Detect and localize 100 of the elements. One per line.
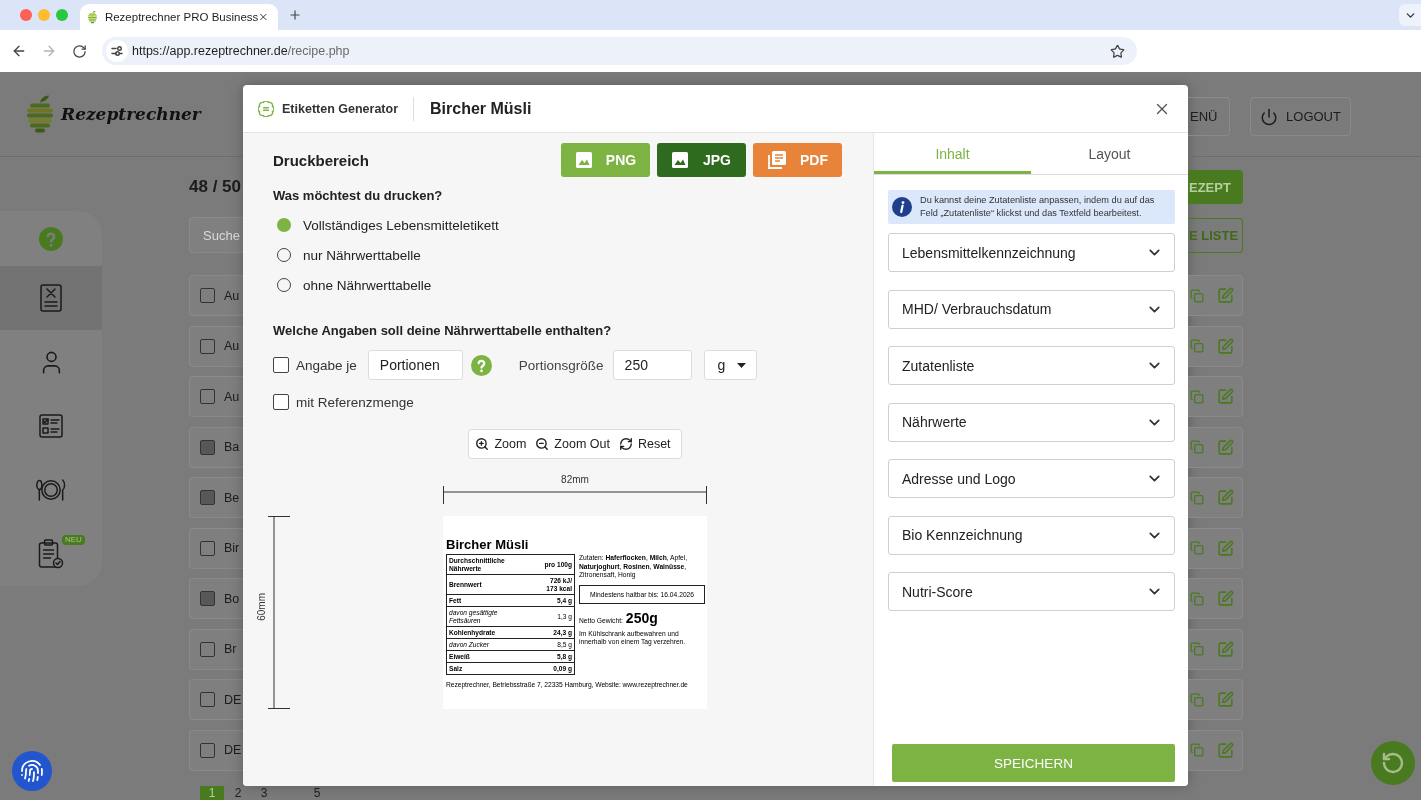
recipe-row[interactable]: Br bbox=[189, 628, 243, 670]
clipboard-icon[interactable] bbox=[38, 539, 64, 569]
checkbox[interactable] bbox=[273, 394, 289, 410]
edit-icon[interactable] bbox=[1217, 287, 1234, 304]
copy-icon[interactable] bbox=[1190, 743, 1204, 757]
copy-icon[interactable] bbox=[1190, 591, 1204, 606]
copy-icon[interactable] bbox=[1190, 288, 1204, 303]
plus-icon[interactable] bbox=[288, 8, 302, 22]
files-icon bbox=[768, 151, 786, 169]
checkbox-label[interactable]: Angabe je bbox=[296, 357, 357, 373]
menu-card-icon[interactable] bbox=[40, 284, 62, 312]
option-label[interactable]: Vollständiges Lebensmitteletikett bbox=[303, 217, 499, 233]
help-icon[interactable] bbox=[39, 226, 63, 251]
forward-arrow-icon[interactable] bbox=[41, 43, 57, 59]
accordion-header[interactable]: Bio Kennzeichnung bbox=[888, 515, 1175, 555]
recipe-row[interactable]: Au bbox=[189, 275, 243, 316]
recipe-row[interactable]: DE bbox=[189, 679, 243, 720]
copy-icon[interactable] bbox=[1190, 490, 1204, 505]
accordion-header[interactable]: Nutri-Score bbox=[888, 572, 1175, 611]
accordion-header[interactable]: Nährwerte bbox=[888, 402, 1175, 442]
sidebar-item[interactable] bbox=[0, 266, 102, 330]
accordion-header[interactable]: Adresse und Logo bbox=[888, 459, 1175, 498]
option-label[interactable]: nur Nährwerttabelle bbox=[303, 247, 421, 263]
edit-icon[interactable] bbox=[1217, 337, 1234, 355]
checklist-icon[interactable] bbox=[39, 414, 63, 438]
height-label: 60mm bbox=[256, 592, 268, 621]
power-icon bbox=[1260, 107, 1279, 126]
checkbox[interactable] bbox=[200, 288, 215, 303]
window-maximize-button[interactable] bbox=[56, 9, 68, 21]
menu-button[interactable]: ENÜ bbox=[1188, 97, 1230, 136]
reload-icon[interactable] bbox=[72, 43, 87, 59]
zoom-in-button[interactable]: Zoom bbox=[475, 437, 527, 451]
edit-icon[interactable] bbox=[1217, 640, 1234, 658]
label-title: Bircher Müsli bbox=[446, 538, 530, 552]
recipe-row[interactable]: Au bbox=[189, 325, 243, 367]
recipe-name: Bo bbox=[224, 591, 240, 606]
edit-icon[interactable] bbox=[1217, 388, 1234, 405]
search-field[interactable]: Suche bbox=[189, 217, 243, 253]
copy-icon[interactable] bbox=[1190, 339, 1204, 353]
edit-icon[interactable] bbox=[1217, 539, 1234, 557]
refresh-button[interactable] bbox=[1371, 741, 1415, 785]
recipe-row[interactable]: DE bbox=[189, 729, 243, 771]
checkbox[interactable] bbox=[200, 389, 215, 404]
browser-tab[interactable]: Rezeptrechner PRO Business bbox=[80, 4, 278, 30]
recipe-row[interactable]: Au bbox=[189, 376, 243, 417]
recipe-name: Be bbox=[224, 490, 240, 505]
close-icon[interactable] bbox=[258, 11, 269, 23]
copy-icon[interactable] bbox=[1190, 389, 1204, 404]
recipe-name: Au bbox=[224, 389, 240, 404]
window-close-button[interactable] bbox=[20, 9, 32, 21]
checkbox[interactable] bbox=[200, 338, 215, 354]
checkbox[interactable] bbox=[200, 540, 215, 556]
portion-size-input[interactable]: 250 bbox=[612, 350, 692, 380]
page-link[interactable]: 2 bbox=[226, 786, 250, 800]
option-label[interactable]: ohne Nährwerttabelle bbox=[303, 277, 432, 293]
help-icon[interactable] bbox=[470, 354, 492, 376]
refresh-icon bbox=[1381, 751, 1405, 775]
page-link[interactable]: 3 bbox=[252, 786, 276, 800]
accordion-header[interactable]: Zutatenliste bbox=[888, 346, 1175, 385]
edit-icon[interactable] bbox=[1217, 691, 1234, 708]
checkbox-label[interactable]: mit Referenzmenge bbox=[296, 394, 414, 410]
radio-button[interactable] bbox=[277, 218, 291, 232]
copy-icon[interactable] bbox=[1190, 642, 1204, 656]
zoom-out-button[interactable]: Zoom Out bbox=[535, 437, 610, 451]
edit-icon[interactable] bbox=[1217, 489, 1234, 506]
recipe-row[interactable]: Bir bbox=[189, 527, 243, 569]
section-title: Druckbereich bbox=[273, 151, 369, 169]
export-button[interactable]: JPG bbox=[657, 143, 746, 177]
copy-icon[interactable] bbox=[1190, 440, 1204, 454]
seal-icon bbox=[258, 100, 274, 117]
zoom-out-icon bbox=[535, 437, 550, 451]
checkbox[interactable] bbox=[200, 692, 215, 707]
logout-button[interactable]: LOGOUT bbox=[1250, 97, 1351, 136]
accordion-header[interactable]: Lebensmittelkennzeichnung bbox=[888, 233, 1175, 272]
address-bar[interactable]: https://app.rezeptrechner.de/recipe.php bbox=[102, 37, 1137, 65]
accordion-header[interactable]: MHD/ Verbrauchsdatum bbox=[888, 289, 1175, 329]
checkbox[interactable] bbox=[200, 641, 215, 657]
site-settings-icon[interactable] bbox=[106, 40, 128, 62]
recipe-name: DE bbox=[224, 743, 242, 757]
url-text[interactable]: https://app.rezeptrechner.de/recipe.php bbox=[132, 44, 350, 58]
edit-icon[interactable] bbox=[1217, 741, 1234, 759]
net-weight-value: 250g bbox=[625, 609, 658, 626]
page-link[interactable]: 5 bbox=[305, 786, 329, 800]
checkbox[interactable] bbox=[200, 742, 215, 758]
reset-button[interactable]: Reset bbox=[618, 437, 671, 451]
recipe-name: Ba bbox=[224, 440, 240, 454]
unit-select[interactable]: g bbox=[703, 350, 757, 380]
checkbox[interactable] bbox=[273, 357, 289, 373]
copy-icon[interactable] bbox=[1190, 541, 1204, 555]
unit-input[interactable]: Portionen bbox=[367, 350, 463, 380]
plate-cutlery-icon[interactable] bbox=[36, 478, 66, 502]
tab-list-button[interactable] bbox=[1399, 4, 1421, 26]
fingerprint-button[interactable] bbox=[12, 751, 52, 791]
edit-icon[interactable] bbox=[1217, 590, 1234, 607]
copy-icon[interactable] bbox=[1190, 692, 1204, 707]
tab[interactable]: Layout bbox=[1031, 133, 1188, 174]
edit-icon[interactable] bbox=[1217, 438, 1234, 456]
window-minimize-button[interactable] bbox=[38, 9, 50, 21]
star-icon[interactable] bbox=[1110, 43, 1125, 59]
image-icon bbox=[576, 152, 592, 168]
